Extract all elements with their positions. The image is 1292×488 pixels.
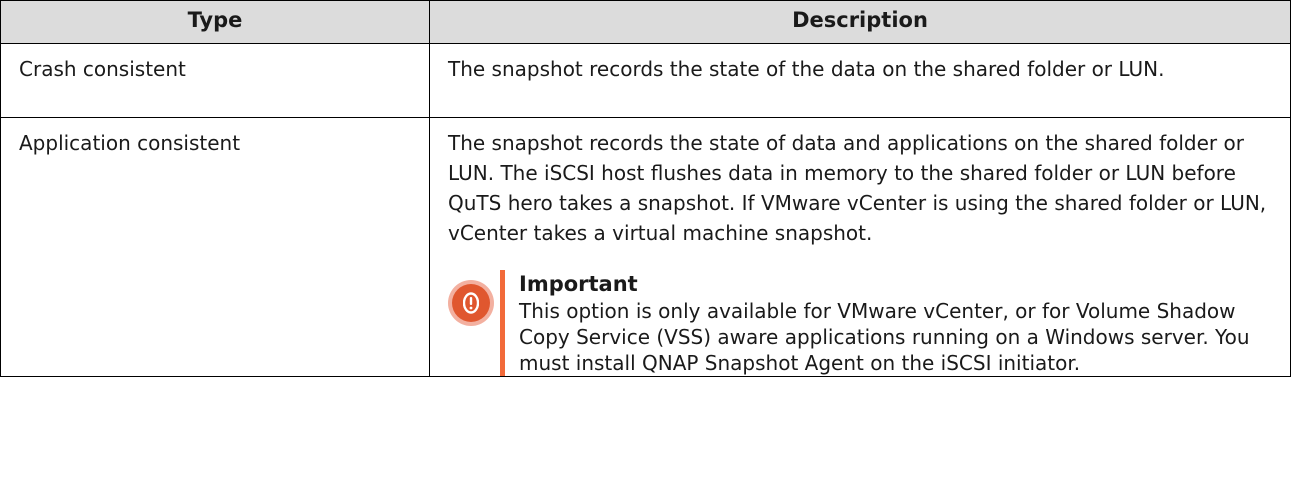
snapshot-type-table: Type Description Crash consistent The sn… bbox=[0, 0, 1291, 377]
type-cell: Crash consistent bbox=[0, 43, 430, 118]
header-type: Type bbox=[0, 0, 430, 44]
table-row: Application consistent The snapshot reco… bbox=[0, 117, 1291, 377]
type-cell: Application consistent bbox=[0, 117, 430, 377]
description-text: The snapshot records the state of the da… bbox=[448, 57, 1165, 81]
important-exclamation-icon bbox=[452, 284, 490, 322]
note-accent-bar bbox=[500, 270, 505, 376]
note-text: This option is only available for VMware… bbox=[519, 299, 1250, 375]
important-note: Important This option is only available … bbox=[448, 270, 1272, 376]
description-text: The snapshot records the state of data a… bbox=[448, 131, 1267, 245]
note-body: Important This option is only available … bbox=[519, 270, 1272, 376]
description-cell: The snapshot records the state of data a… bbox=[429, 117, 1291, 377]
note-title: Important bbox=[519, 272, 638, 296]
table-row: Crash consistent The snapshot records th… bbox=[0, 43, 1291, 118]
note-icon-container bbox=[448, 270, 500, 376]
table-header-row: Type Description bbox=[0, 0, 1291, 44]
header-description: Description bbox=[429, 0, 1291, 44]
description-cell: The snapshot records the state of the da… bbox=[429, 43, 1291, 118]
